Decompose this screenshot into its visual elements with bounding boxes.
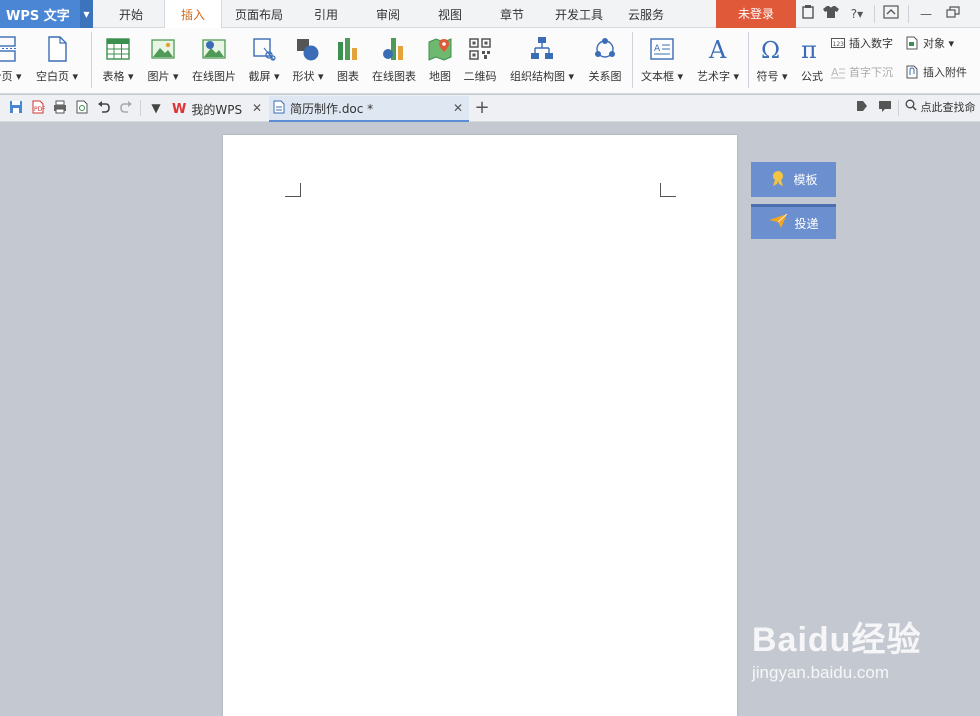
insert-number-button[interactable]: 123 插入数字	[831, 33, 893, 53]
wordart-button[interactable]: A 艺术字 ▾	[692, 32, 744, 90]
object-icon	[905, 36, 919, 50]
tab-sections[interactable]: 章节	[486, 0, 538, 28]
login-button[interactable]: 未登录	[716, 0, 796, 28]
shirt-icon[interactable]	[820, 5, 842, 23]
close-tab-icon[interactable]: ✕	[453, 101, 463, 115]
symbol-button[interactable]: Ω 符号 ▾	[752, 32, 792, 90]
textbox-button[interactable]: A 文本框 ▾	[636, 32, 688, 90]
svg-text:Ω: Ω	[761, 38, 780, 62]
svg-text:A: A	[708, 36, 727, 62]
picture-button[interactable]: 图片 ▾	[143, 32, 183, 90]
collapse-ribbon-icon[interactable]	[882, 5, 900, 23]
screenshot-icon	[252, 36, 276, 62]
tab-developer[interactable]: 开发工具	[548, 0, 610, 28]
print-preview-icon[interactable]	[74, 100, 90, 116]
online-chart-button[interactable]: 在线图表	[368, 32, 420, 90]
shapes-button[interactable]: 形状 ▾	[288, 32, 328, 90]
shapes-icon	[296, 36, 320, 62]
paper-plane-icon	[768, 213, 788, 233]
drop-cap-button[interactable]: A 首字下沉	[831, 62, 893, 82]
table-icon	[106, 36, 130, 62]
online-chart-icon	[382, 36, 406, 62]
award-icon	[769, 169, 787, 191]
chart-icon	[336, 36, 360, 62]
online-picture-button[interactable]: 在线图片	[187, 32, 241, 90]
skin-icon[interactable]	[800, 5, 816, 23]
org-chart-icon	[530, 36, 554, 62]
formula-button[interactable]: π 公式	[796, 32, 828, 90]
minimize-icon[interactable]: —	[918, 5, 934, 23]
print-icon[interactable]	[52, 100, 68, 116]
svg-text:π: π	[801, 36, 817, 62]
blank-page-button[interactable]: 空白页 ▾	[32, 32, 82, 90]
export-pdf-icon[interactable]: PDF	[30, 100, 46, 116]
tab-cloud[interactable]: 云服务	[618, 0, 674, 28]
find-command-box[interactable]: 点此查找命	[905, 99, 976, 115]
tab-review[interactable]: 审阅	[362, 0, 414, 28]
wps-logo-icon: W	[172, 101, 187, 117]
doc-file-icon	[273, 100, 285, 117]
undo-icon[interactable]	[96, 100, 112, 116]
page-break-button[interactable]: 分页 ▾	[0, 32, 26, 90]
table-button[interactable]: 表格 ▾	[98, 32, 138, 90]
org-chart-button[interactable]: 组织结构图 ▾	[506, 32, 578, 90]
online-picture-icon	[202, 36, 226, 62]
chart-button[interactable]: 图表	[332, 32, 364, 90]
map-icon	[428, 36, 452, 62]
tab-my-wps[interactable]: W 我的WPS ✕	[168, 96, 268, 122]
svg-text:123: 123	[833, 41, 845, 48]
insert-attachment-button[interactable]: 插入附件	[905, 62, 967, 82]
tab-document[interactable]: 简历制作.doc * ✕	[269, 96, 469, 122]
deliver-button[interactable]: 投递	[751, 204, 836, 239]
tab-page-layout[interactable]: 页面布局	[228, 0, 290, 28]
menu-bar: WPS 文字 ▼ 开始 插入 页面布局 引用 审阅 视图 章节 开发工具 云服务…	[0, 0, 980, 29]
number-icon: 123	[831, 36, 845, 50]
symbol-icon: Ω	[760, 36, 784, 64]
quick-access-dropdown-icon[interactable]: ▼	[148, 100, 164, 116]
document-tab-strip: PDF ▼ W 我的WPS ✕ 简历制作.doc * ✕ 点此查找命	[0, 95, 980, 122]
ribbon-insert: 分页 ▾ 空白页 ▾ 表格 ▾ 图片 ▾ 在线图片 截屏 ▾	[0, 28, 980, 94]
qrcode-button[interactable]: 二维码	[460, 32, 500, 90]
blank-page-icon	[45, 36, 69, 62]
watermark-logo: Baidu经验	[752, 621, 922, 659]
app-menu-button[interactable]: WPS 文字 ▼	[0, 0, 93, 28]
comment-icon[interactable]	[878, 99, 892, 116]
attachment-icon	[905, 65, 919, 79]
help-icon[interactable]: ?▾	[846, 5, 868, 23]
tab-view[interactable]: 视图	[424, 0, 476, 28]
watermark-url: jingyan.baidu.com	[752, 663, 890, 682]
picture-icon	[151, 36, 175, 62]
screenshot-button[interactable]: 截屏 ▾	[245, 32, 283, 90]
svg-text:A: A	[831, 66, 839, 79]
search-icon	[905, 99, 921, 114]
relation-chart-icon	[593, 36, 617, 62]
svg-text:A: A	[654, 44, 661, 54]
tab-insert[interactable]: 插入	[164, 0, 222, 29]
restore-icon[interactable]	[944, 5, 962, 23]
close-tab-icon[interactable]: ✕	[252, 101, 262, 115]
qrcode-icon	[468, 36, 492, 62]
relation-chart-button[interactable]: 关系图	[584, 32, 626, 90]
object-button[interactable]: 对象 ▾	[905, 33, 954, 53]
app-menu-arrow-icon[interactable]: ▼	[80, 0, 93, 28]
new-tab-button[interactable]: +	[474, 99, 490, 117]
tab-references[interactable]: 引用	[300, 0, 352, 28]
tab-home[interactable]: 开始	[104, 0, 158, 28]
drop-cap-icon: A	[831, 65, 845, 79]
map-button[interactable]: 地图	[424, 32, 456, 90]
document-page[interactable]	[223, 135, 737, 716]
page-break-icon	[0, 36, 18, 62]
svg-text:PDF: PDF	[34, 106, 45, 113]
margin-corner-top-left	[285, 183, 301, 197]
redo-icon[interactable]	[118, 100, 134, 116]
formula-icon: π	[800, 36, 824, 64]
translate-icon[interactable]	[856, 99, 868, 116]
template-button[interactable]: 模板	[751, 162, 836, 197]
app-title: WPS 文字	[6, 8, 70, 24]
wordart-icon: A	[706, 36, 730, 64]
baidu-watermark: Baidu经验 jingyan.baidu.com	[752, 612, 921, 683]
margin-corner-top-right	[660, 183, 676, 197]
save-icon[interactable]	[8, 100, 24, 116]
textbox-icon: A	[650, 36, 674, 62]
